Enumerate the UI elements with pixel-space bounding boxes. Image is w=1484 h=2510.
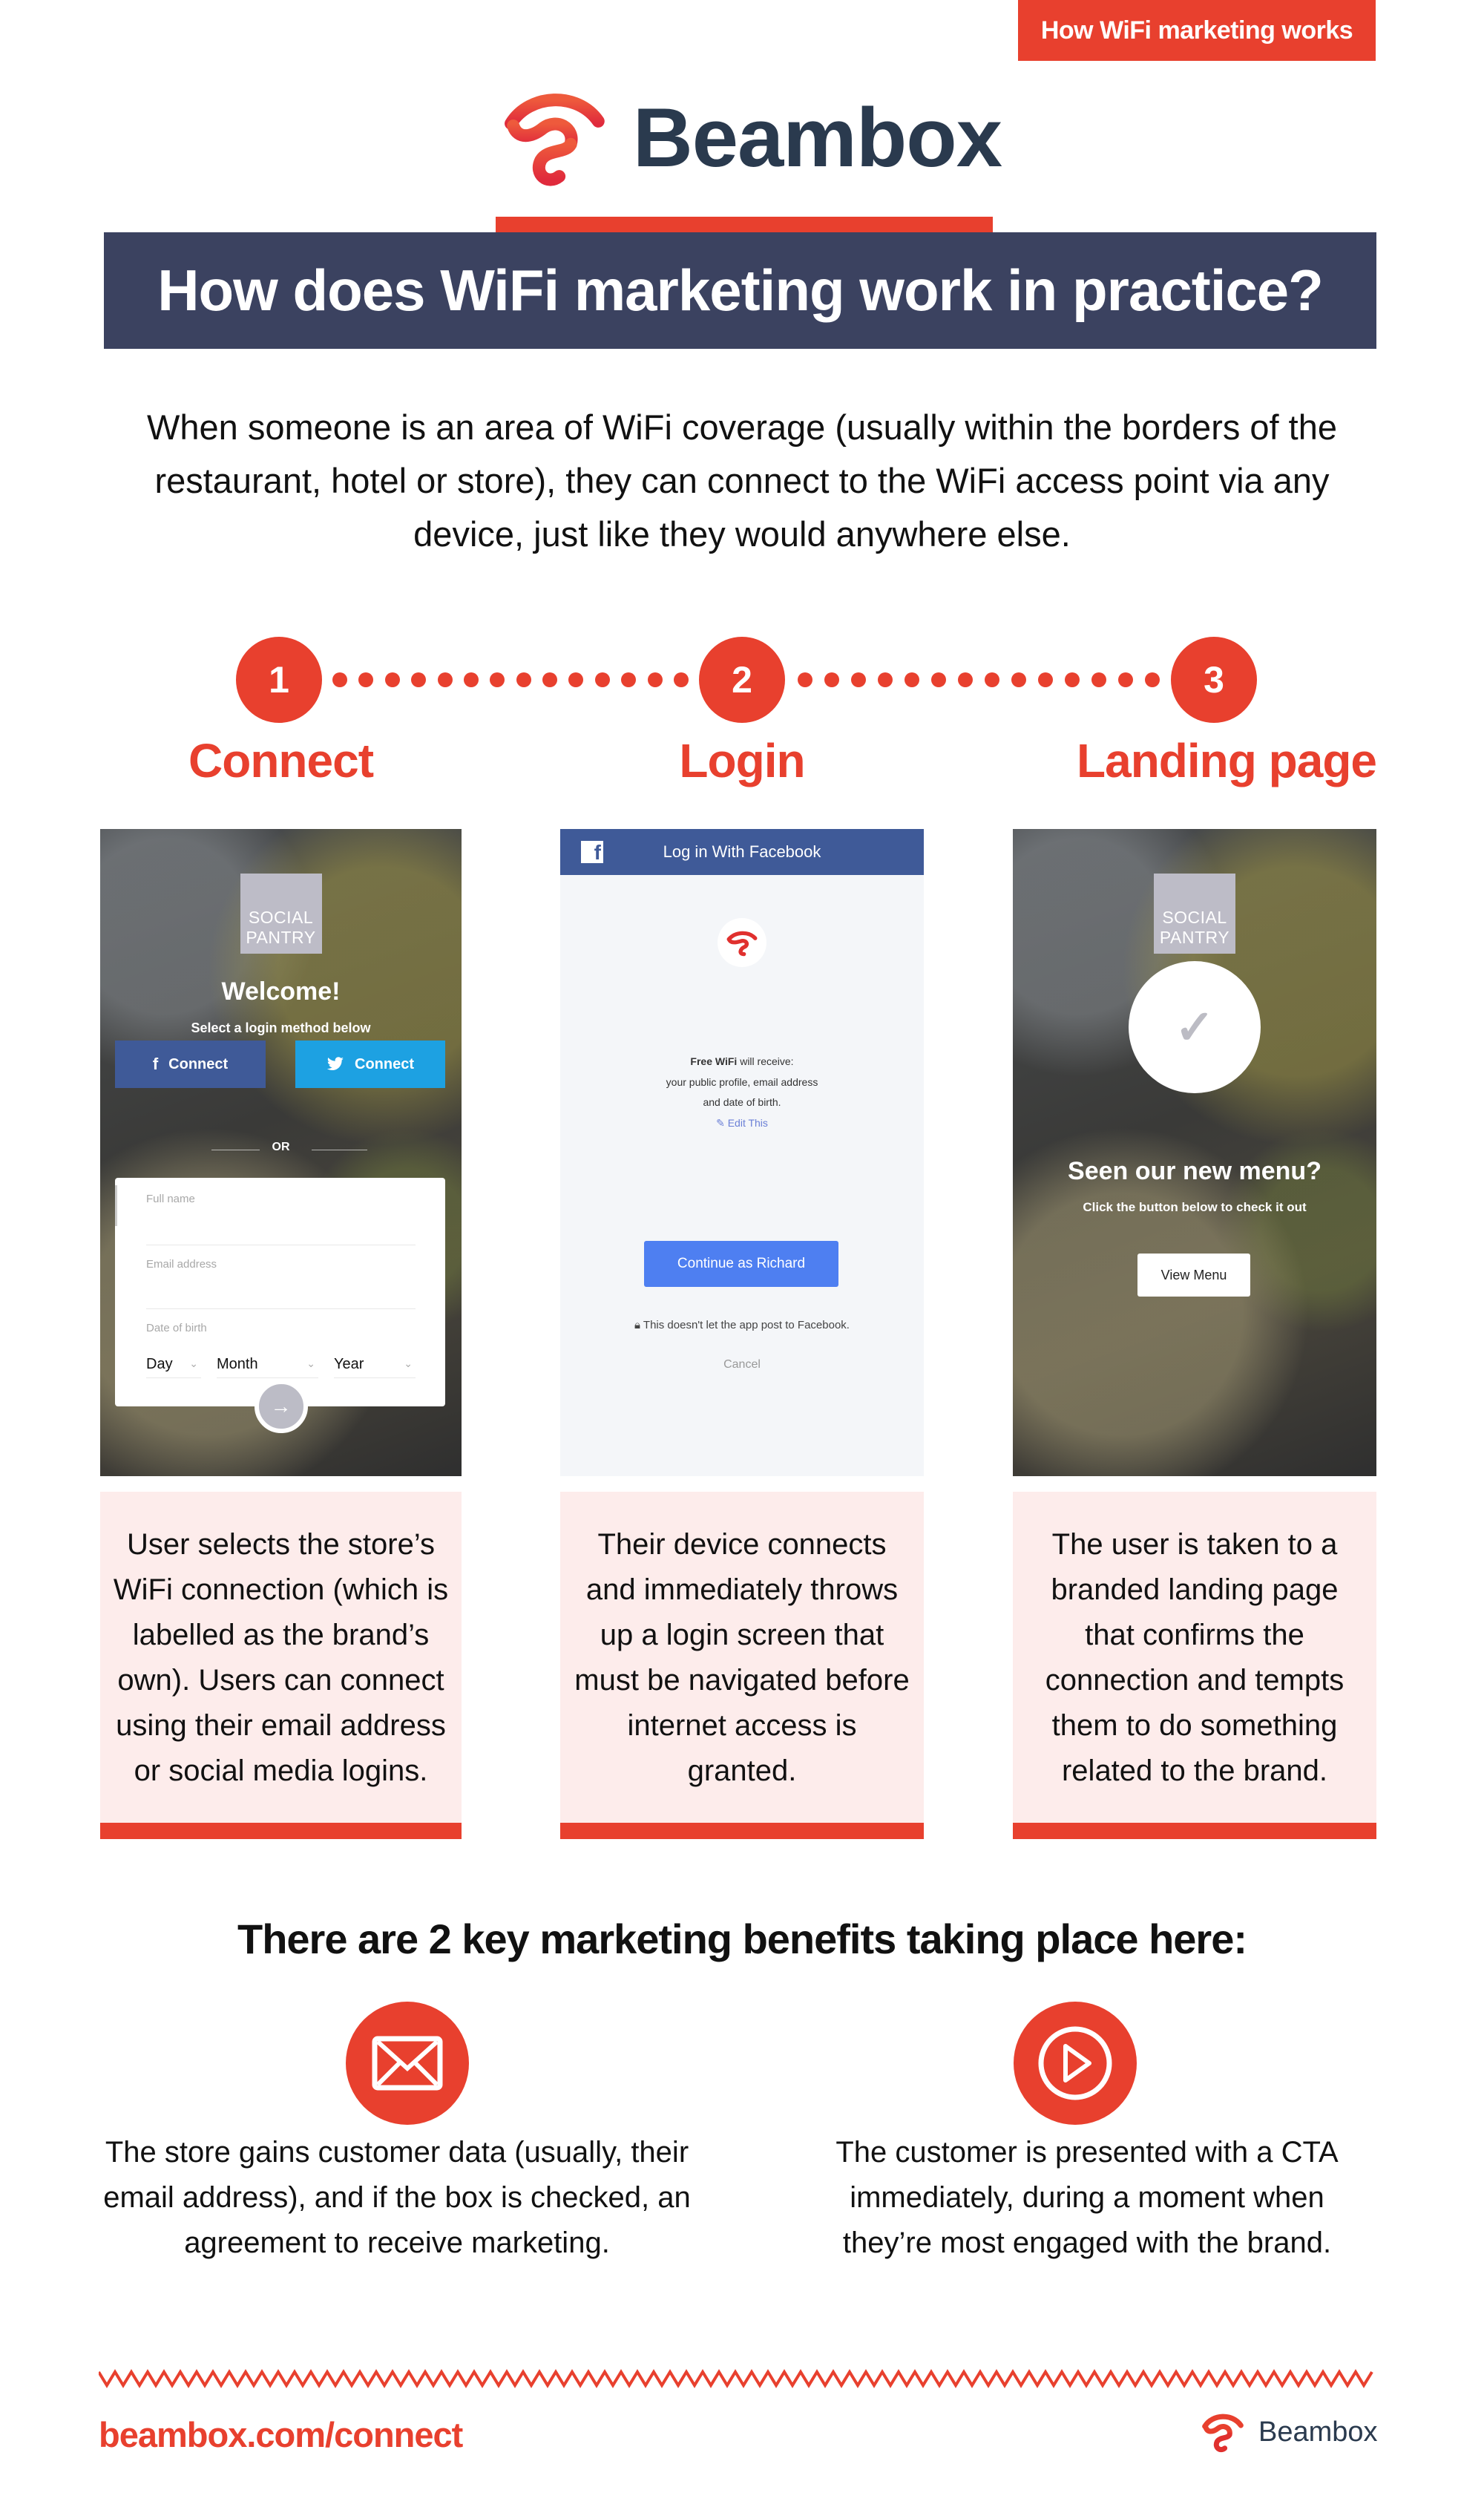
venue-logo-line2: PANTRY <box>246 928 316 947</box>
benefit-2-badge <box>1014 2002 1137 2125</box>
lock-icon: 🔒︎ <box>634 1319 643 1331</box>
step-3-badge: 3 <box>1171 637 1257 723</box>
beambox-logo-icon <box>726 931 758 957</box>
step-1-accent-bar <box>100 1823 462 1839</box>
cancel-link[interactable]: Cancel <box>560 1358 924 1372</box>
facebook-icon: f <box>581 841 603 863</box>
step-2-label: Login <box>679 734 805 787</box>
benefit-2-text: The customer is presented with a CTA imm… <box>835 2136 1339 2259</box>
envelope-icon <box>372 2036 443 2091</box>
month-select-value: Month <box>217 1356 258 1372</box>
twitter-icon <box>326 1057 344 1070</box>
brand-name: Beambox <box>632 91 1002 184</box>
year-select-value: Year <box>334 1356 364 1372</box>
zigzag-divider <box>99 2369 1373 2388</box>
step-3-description: The user is taken to a branded landing p… <box>1013 1492 1376 1824</box>
edit-link-label: Edit This <box>727 1117 768 1129</box>
day-select-value: Day <box>146 1356 173 1372</box>
app-icon <box>718 918 766 967</box>
step-2-accent-bar <box>560 1823 924 1839</box>
page-title: How does WiFi marketing work in practice… <box>104 232 1376 349</box>
chevron-down-icon: ⌄ <box>189 1357 198 1369</box>
month-select[interactable]: Month ⌄ <box>217 1356 318 1378</box>
permission-verb: will receive: <box>737 1055 794 1067</box>
intro-paragraph: When someone is an area of WiFi coverage… <box>146 407 1337 554</box>
permission-text-line1: Free WiFi will receive: <box>560 1055 924 1067</box>
step-3-accent-bar <box>1013 1823 1376 1839</box>
play-icon <box>1038 2026 1112 2100</box>
welcome-subtitle: Select a login method below <box>191 1020 371 1035</box>
step-connector-1 <box>332 672 689 687</box>
accent-divider <box>496 217 993 233</box>
success-badge: ✓ <box>1129 961 1261 1093</box>
or-label: OR <box>272 1141 290 1153</box>
checkmark-icon: ✓ <box>1175 1000 1215 1054</box>
step-2-description: Their device connects and immediately th… <box>560 1492 924 1824</box>
permission-text-line3: and date of birth. <box>703 1096 781 1108</box>
facebook-icon: f <box>152 1055 159 1073</box>
venue-logo-line1: SOCIAL <box>248 908 314 927</box>
welcome-heading: Welcome! <box>221 977 341 1006</box>
venue-logo-line2: PANTRY <box>1159 928 1230 947</box>
facebook-connect-button[interactable]: f Connect <box>115 1041 266 1088</box>
brand-logo: Beambox <box>497 74 1002 200</box>
landing-page-screenshot: SOCIAL PANTRY ✓ Seen our new menu? Click… <box>1013 829 1376 1476</box>
login-screenshot: f Log in With Facebook Free WiFi will re… <box>560 829 924 1476</box>
post-permission-note-text: This doesn't let the app post to Faceboo… <box>643 1319 850 1331</box>
section-tag: How WiFi marketing works <box>1018 0 1376 61</box>
twitter-connect-button[interactable]: Connect <box>295 1041 445 1088</box>
facebook-login-header: f Log in With Facebook <box>560 829 924 875</box>
dob-label: Date of birth <box>146 1322 207 1334</box>
beambox-logo-icon <box>505 94 605 186</box>
submit-arrow-button[interactable]: → <box>254 1380 308 1433</box>
post-permission-note: 🔒︎ This doesn't let the app post to Face… <box>560 1319 924 1331</box>
edit-permissions-link[interactable]: ✎ Edit This <box>560 1117 924 1130</box>
arrow-right-icon: → <box>270 1395 292 1418</box>
signup-form: Full name Email address Date of birth Da… <box>115 1178 445 1406</box>
view-menu-button[interactable]: View Menu <box>1137 1254 1250 1297</box>
benefits-heading: There are 2 key marketing benefits takin… <box>237 1916 1247 1962</box>
venue-logo: SOCIAL PANTRY <box>1154 874 1235 954</box>
email-underline <box>146 1308 416 1309</box>
connect-screenshot: SOCIAL PANTRY Welcome! Select a login me… <box>100 829 462 1476</box>
chevron-down-icon: ⌄ <box>306 1357 315 1369</box>
step-connector-2 <box>798 672 1160 687</box>
chevron-down-icon: ⌄ <box>404 1357 413 1369</box>
footer-brand-name: Beambox <box>1258 2416 1378 2448</box>
footer-brand-logo: Beambox <box>1196 2408 1378 2456</box>
step-1-label: Connect <box>188 734 374 787</box>
footer-url-link[interactable]: beambox.com/connect <box>99 2414 463 2455</box>
venue-logo: SOCIAL PANTRY <box>240 874 322 954</box>
day-select[interactable]: Day ⌄ <box>146 1356 201 1378</box>
step-3-label: Landing page <box>1077 734 1377 787</box>
facebook-connect-label: Connect <box>168 1055 229 1072</box>
permission-app-name: Free WiFi <box>690 1055 738 1067</box>
step-1-description: User selects the store’s WiFi connection… <box>100 1492 462 1824</box>
permission-text-line2: your public profile, email address <box>666 1076 818 1088</box>
form-scroll-indicator <box>115 1185 117 1226</box>
step-2-badge: 2 <box>699 637 785 723</box>
venue-logo-line1: SOCIAL <box>1162 908 1227 927</box>
full-name-field[interactable]: Full name <box>146 1193 195 1205</box>
email-field[interactable]: Email address <box>146 1258 217 1271</box>
landing-headline: Seen our new menu? <box>1068 1157 1322 1185</box>
step-1-badge: 1 <box>236 637 322 723</box>
edit-icon: ✎ <box>716 1117 728 1129</box>
facebook-login-title: Log in With Facebook <box>663 842 821 861</box>
year-select[interactable]: Year ⌄ <box>334 1356 416 1378</box>
benefit-1-text: The store gains customer data (usually, … <box>103 2136 691 2259</box>
benefit-1-badge <box>346 2002 469 2125</box>
continue-as-button[interactable]: Continue as Richard <box>644 1241 838 1287</box>
beambox-logo-icon <box>1202 2414 1244 2453</box>
landing-subtitle: Click the button below to check it out <box>1083 1200 1307 1214</box>
twitter-connect-label: Connect <box>355 1055 414 1072</box>
